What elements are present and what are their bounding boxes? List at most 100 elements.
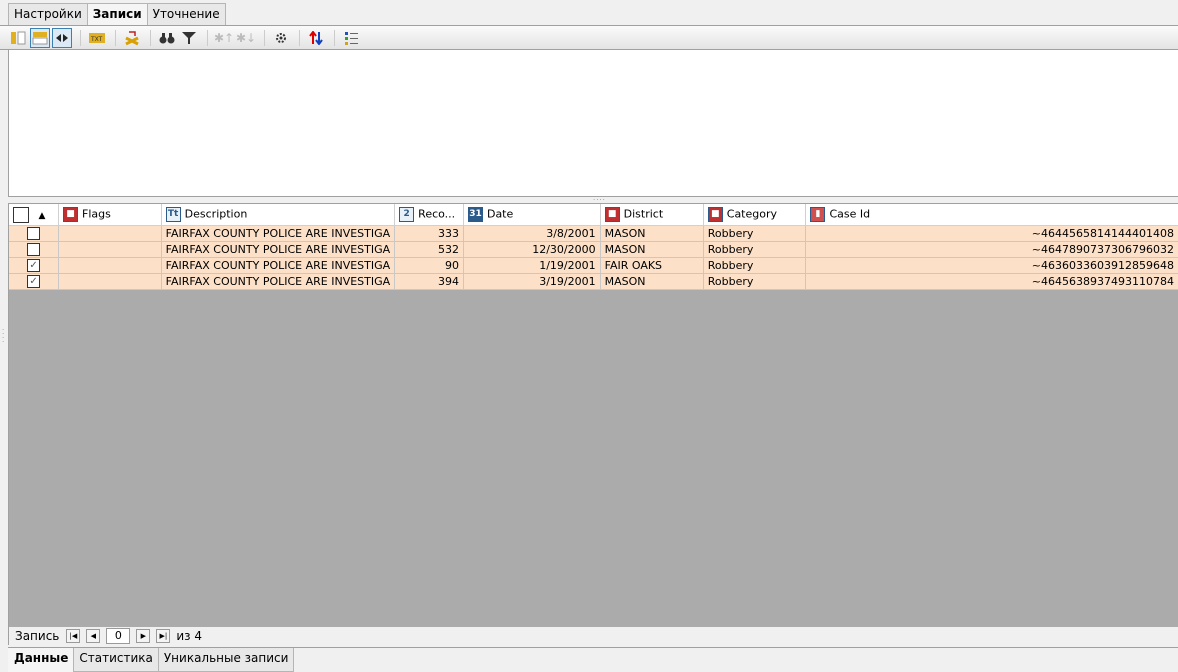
text-icon: Tt: [165, 207, 181, 222]
cell-description: FAIRFAX COUNTY POLICE ARE INVESTIGA: [161, 257, 396, 274]
table-row[interactable]: FAIRFAX COUNTY POLICE ARE INVESTIGA 532 …: [9, 241, 1178, 258]
cell-flags: [58, 257, 162, 274]
settings-icon[interactable]: [271, 28, 291, 48]
column-header-description[interactable]: Tt Description: [161, 204, 396, 226]
sort-ascending-icon[interactable]: ▲: [39, 211, 46, 221]
toolbar-separator: [264, 29, 265, 46]
cell-date: 12/30/2000: [463, 241, 601, 258]
next-record-button[interactable]: ▶: [136, 629, 151, 643]
row-checkbox-cell[interactable]: ✓: [9, 273, 60, 290]
record-navigator: Запись |◀ ◀ 0 ▶ ▶| из 4: [8, 627, 1178, 645]
table-row[interactable]: ✓ FAIRFAX COUNTY POLICE ARE INVESTIGA 39…: [9, 273, 1178, 290]
column-header-record[interactable]: 2 Reco...: [394, 204, 464, 226]
cell-date: 1/19/2001: [463, 257, 601, 274]
header-row: ▲ ■ Flags Tt Description 2 Reco... 31 Date ■…: [9, 204, 1178, 226]
cell-category: Robbery: [703, 273, 807, 290]
next-marked-icon[interactable]: ✱↓: [236, 28, 256, 48]
cell-flags: [58, 241, 162, 258]
cell-district: MASON: [600, 273, 704, 290]
cell-case-id: ~4644565814144401408: [805, 225, 1178, 242]
tab-data[interactable]: Данные: [8, 648, 75, 672]
row-checkbox-cell[interactable]: ✓: [9, 257, 60, 274]
row-checkbox-cell[interactable]: [9, 225, 60, 242]
cell-description: FAIRFAX COUNTY POLICE ARE INVESTIGA: [161, 241, 396, 258]
cell-description: FAIRFAX COUNTY POLICE ARE INVESTIGA: [161, 273, 396, 290]
row-checkbox[interactable]: [27, 227, 41, 241]
records-table: ▲ ■ Flags Tt Description 2 Reco... 31 Date ■…: [9, 204, 1178, 290]
cell-district: MASON: [600, 225, 704, 242]
toolbar-separator: [80, 29, 81, 46]
list-icon[interactable]: [341, 28, 361, 48]
cell-case-id: ~4636033603912859648: [805, 257, 1178, 274]
calendar-icon: 31: [467, 207, 483, 222]
first-record-button[interactable]: |◀: [66, 629, 81, 643]
records-grid: ▲ ■ Flags Tt Description 2 Reco... 31 Date ■…: [8, 204, 1178, 627]
tab-settings[interactable]: Настройки: [8, 3, 88, 26]
column-header-date[interactable]: 31 Date: [463, 204, 601, 226]
number-icon: 2: [399, 207, 415, 222]
category-icon: ■: [63, 207, 79, 222]
filter-icon[interactable]: [179, 28, 199, 48]
navigator-label: Запись: [15, 629, 60, 643]
cell-case-id: ~4645638937493110784: [805, 273, 1178, 290]
cell-category: Robbery: [703, 257, 807, 274]
row-checkbox-cell[interactable]: [9, 241, 60, 258]
category-icon: ■: [604, 207, 620, 222]
row-checkbox-checked[interactable]: ✓: [27, 275, 41, 289]
table-row[interactable]: FAIRFAX COUNTY POLICE ARE INVESTIGA 333 …: [9, 225, 1178, 242]
toolbar-separator: [299, 29, 300, 46]
cell-case-id: ~4647890737306796032: [805, 241, 1178, 258]
cell-record: 90: [394, 257, 464, 274]
columns-icon[interactable]: [8, 28, 28, 48]
record-count: из 4: [176, 629, 203, 643]
clear-sort-icon[interactable]: [122, 28, 142, 48]
select-all-checkbox[interactable]: [13, 206, 29, 223]
column-header-category[interactable]: ■ Category: [703, 204, 807, 226]
cell-category: Robbery: [703, 225, 807, 242]
last-record-button[interactable]: ▶|: [156, 629, 171, 643]
row-checkbox[interactable]: [27, 243, 41, 257]
tab-statistics[interactable]: Статистика: [73, 648, 159, 672]
tab-refinement[interactable]: Уточнение: [146, 3, 226, 26]
sort-icon[interactable]: [306, 28, 326, 48]
toolbar-separator: [334, 29, 335, 46]
find-icon[interactable]: [157, 28, 177, 48]
side-grip-icon[interactable]: · · · ·: [2, 327, 5, 346]
tab-records[interactable]: Записи: [86, 3, 148, 26]
cell-district: MASON: [600, 241, 704, 258]
cell-record: 532: [394, 241, 464, 258]
column-header-district[interactable]: ■ District: [600, 204, 704, 226]
txt-export-icon[interactable]: TXT: [87, 28, 107, 48]
select-all-header[interactable]: ▲: [9, 204, 60, 226]
top-tabs: Настройки Записи Уточнение: [8, 3, 226, 26]
prev-record-button[interactable]: ◀: [86, 629, 101, 643]
cell-flags: [58, 273, 162, 290]
prev-marked-icon[interactable]: ✱↑: [214, 28, 234, 48]
bottom-tabs: Данные Статистика Уникальные записи: [8, 647, 1178, 672]
record-number-input[interactable]: 0: [106, 628, 131, 644]
column-header-case-id[interactable]: ▮ Case Id: [805, 204, 1178, 226]
cell-flags: [58, 225, 162, 242]
expand-columns-icon[interactable]: [52, 27, 72, 48]
tab-unique-records[interactable]: Уникальные записи: [157, 648, 295, 672]
upper-panel: [8, 50, 1178, 196]
svg-text:TXT: TXT: [90, 36, 103, 43]
cell-category: Robbery: [703, 241, 807, 258]
toolbar-separator: [115, 29, 116, 46]
row-checkbox-checked[interactable]: ✓: [27, 259, 41, 273]
table-row[interactable]: ✓ FAIRFAX COUNTY POLICE ARE INVESTIGA 90…: [9, 257, 1178, 274]
grid-view-icon[interactable]: [30, 27, 50, 48]
cell-description: FAIRFAX COUNTY POLICE ARE INVESTIGA: [161, 225, 396, 242]
cell-district: FAIR OAKS: [600, 257, 704, 274]
cell-date: 3/8/2001: [463, 225, 601, 242]
toolbar-separator: [150, 29, 151, 46]
category-icon: ■: [707, 207, 723, 222]
toolbar: TXT ✱↑ ✱↓: [0, 25, 1178, 50]
panel-splitter[interactable]: ····: [8, 196, 1178, 204]
splitter-grip-icon: ····: [593, 196, 606, 204]
cell-record: 333: [394, 225, 464, 242]
toolbar-separator: [207, 29, 208, 46]
cell-date: 3/19/2001: [463, 273, 601, 290]
column-header-flags[interactable]: ■ Flags: [58, 204, 162, 226]
id-icon: ▮: [810, 207, 826, 222]
